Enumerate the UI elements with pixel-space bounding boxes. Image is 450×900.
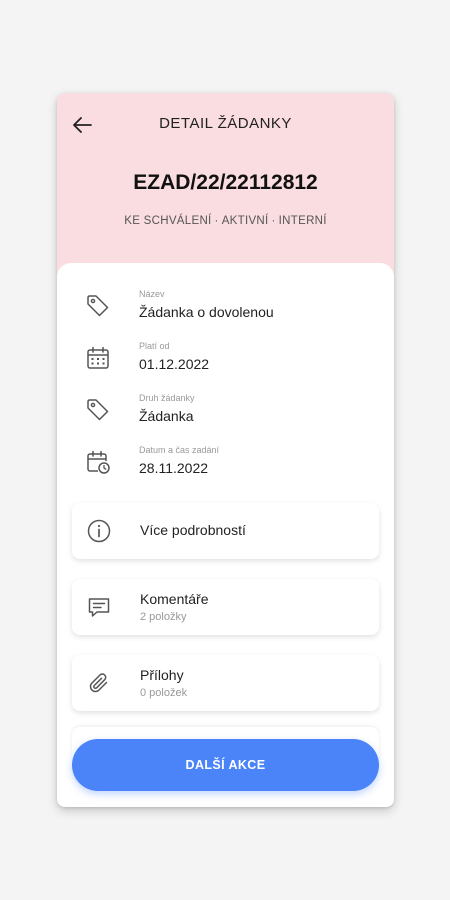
field-value: Žádanka [139, 408, 194, 424]
field-value: Žádanka o dovolenou [139, 304, 274, 320]
status-separator: · [214, 215, 219, 227]
calendar-clock-icon [85, 449, 111, 475]
field-label: Platí od [139, 341, 170, 351]
field-label: Název [139, 289, 165, 299]
status-line: KE SCHVÁLENÍ · AKTIVNÍ · INTERNÍ [57, 215, 394, 227]
attachments-card[interactable]: Přílohy 0 položek [72, 655, 379, 711]
status-active: AKTIVNÍ [221, 215, 269, 227]
card-title: Přílohy [140, 667, 184, 683]
tag-icon [85, 397, 111, 423]
card-title: Komentáře [140, 591, 209, 607]
field-submitted-at: Datum a čas zadání 28.11.2022 [57, 437, 394, 487]
paperclip-icon [86, 670, 112, 696]
field-valid-from: Platí od 01.12.2022 [57, 333, 394, 383]
field-label: Datum a čas zadání [139, 445, 220, 455]
card-subtitle: 0 položek [140, 687, 188, 699]
tag-icon [85, 293, 111, 319]
document-id: EZAD/22/22112812 [133, 171, 318, 194]
status-internal: INTERNÍ [278, 215, 327, 227]
comments-card[interactable]: Komentáře 2 položky [72, 579, 379, 635]
field-value: 28.11.2022 [139, 460, 209, 476]
comment-icon [86, 594, 112, 620]
page-title: DETAIL ŽÁDANKY [159, 115, 292, 132]
field-label: Druh žádanky [139, 393, 195, 403]
field-name: Název Žádanka o dovolenou [57, 281, 394, 331]
calendar-icon [85, 345, 111, 371]
status-approval: KE SCHVÁLENÍ [124, 215, 212, 227]
phone-screen: DETAIL ŽÁDANKY EZAD/22/22112812 KE SCHVÁ… [57, 93, 394, 807]
card-subtitle: 2 položky [140, 611, 187, 623]
info-icon [86, 518, 112, 544]
status-separator: · [271, 215, 276, 227]
content-panel: Název Žádanka o dovolenou Platí od 01.12… [57, 263, 394, 807]
more-actions-button[interactable]: DALŠÍ AKCE [72, 739, 379, 791]
more-details-card[interactable]: Více podrobností [72, 503, 379, 559]
field-value: 01.12.2022 [139, 356, 210, 372]
field-request-type: Druh žádanky Žádanka [57, 385, 394, 435]
card-title: Více podrobností [140, 522, 246, 538]
